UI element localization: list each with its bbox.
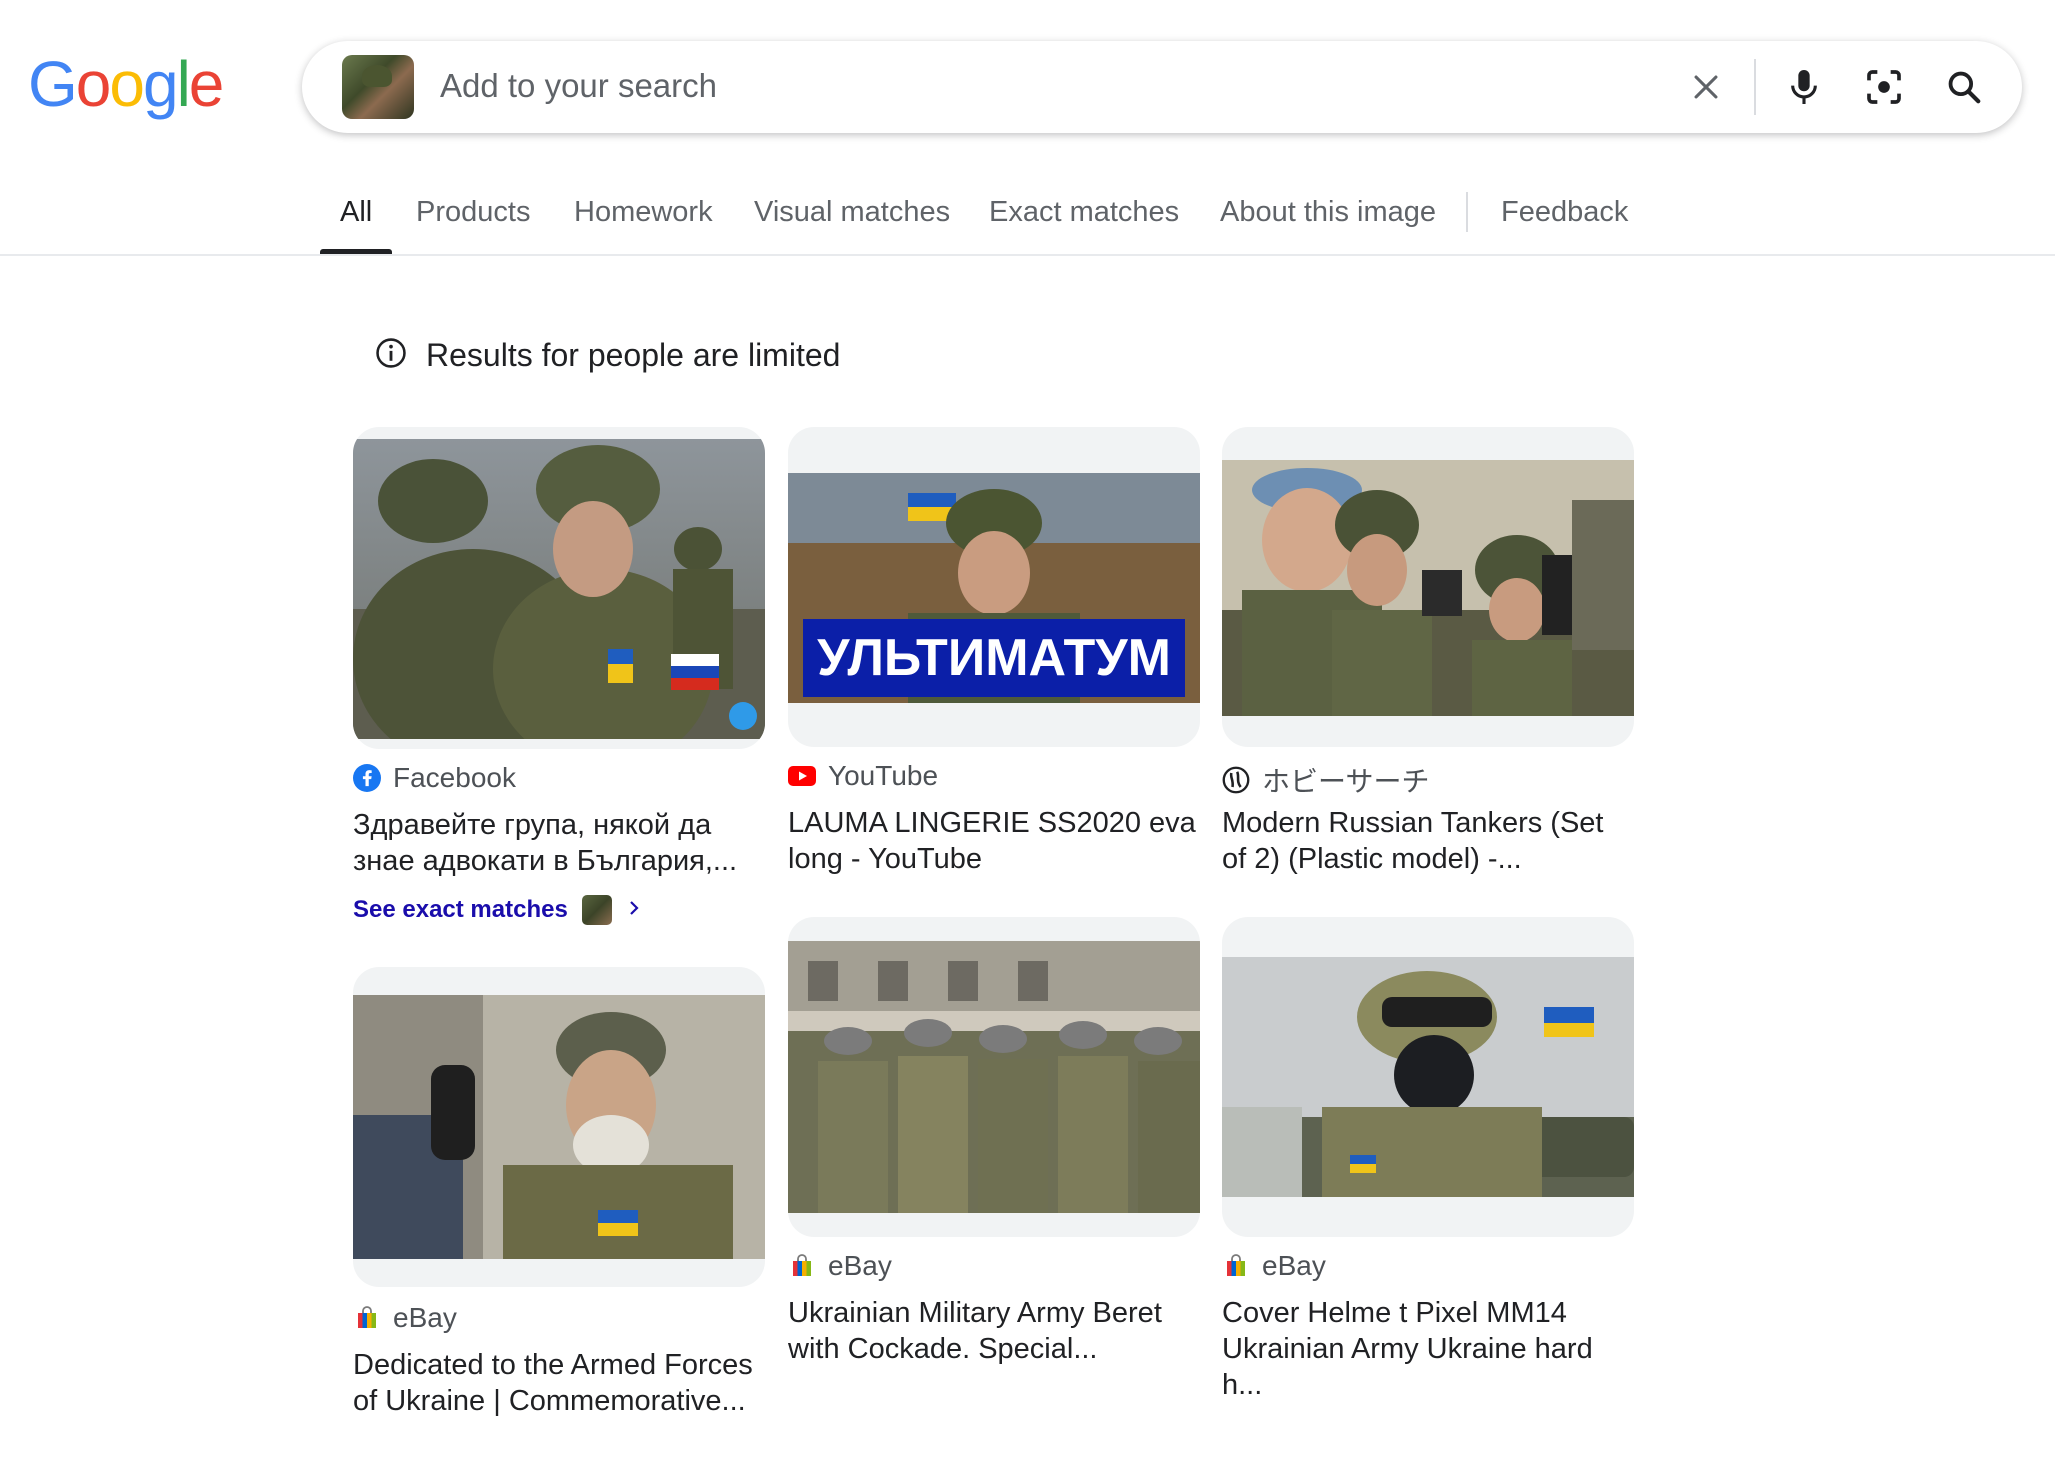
source-name: eBay [1262, 1250, 1326, 1281]
tabs-divider [0, 254, 2055, 256]
google-logo[interactable]: Google [28, 48, 225, 120]
tab-feedback[interactable]: Feedback [1501, 190, 1628, 256]
result-source[interactable]: eBay [1222, 1250, 1326, 1282]
logo-letter: g [142, 48, 179, 120]
info-icon[interactable] [374, 336, 408, 375]
result-image[interactable]: УЛЬТИМАТУМ [788, 427, 1200, 747]
source-name: eBay [828, 1250, 892, 1281]
results-limited-notice: Results for people are limited [374, 336, 840, 375]
result-image[interactable] [1222, 917, 1634, 1237]
source-name: YouTube [828, 760, 939, 791]
result-title[interactable]: Ukrainian Military Army Beret with Cocka… [788, 1295, 1200, 1367]
chevron-right-icon [626, 896, 642, 924]
ebay-icon [353, 1304, 381, 1332]
ebay-icon [1222, 1252, 1250, 1280]
exact-match-thumbnail [581, 895, 612, 925]
result-image[interactable] [1222, 427, 1634, 747]
result-title[interactable]: Modern Russian Tankers (Set of 2) (Plast… [1222, 805, 1634, 877]
clear-icon[interactable] [1682, 63, 1730, 111]
see-exact-matches-label: See exact matches [353, 896, 568, 923]
result-image[interactable] [353, 427, 765, 749]
result-source[interactable]: eBay [353, 1302, 457, 1334]
hobbysearch-icon [1222, 766, 1250, 794]
search-icon[interactable] [1940, 63, 1988, 111]
youtube-icon [788, 762, 816, 790]
search-input[interactable]: Add to your search [440, 67, 717, 105]
logo-letter: o [75, 48, 112, 120]
facebook-icon [353, 764, 381, 792]
lens-icon[interactable] [1860, 63, 1908, 111]
source-name: ホビーサーチ [1262, 766, 1430, 797]
result-source[interactable]: YouTube [788, 760, 938, 792]
result-image[interactable] [788, 917, 1200, 1237]
query-image-thumbnail[interactable] [342, 55, 414, 119]
result-source[interactable]: ホビーサーチ [1222, 760, 1429, 800]
tab-about-this-image[interactable]: About this image [1220, 190, 1436, 256]
result-title[interactable]: LAUMA LINGERIE SS2020 eva long - YouTube [788, 805, 1200, 877]
result-title[interactable]: Dedicated to the Armed Forces of Ukraine… [353, 1347, 765, 1419]
logo-letter: G [28, 48, 78, 120]
result-source[interactable]: eBay [788, 1250, 892, 1282]
result-title[interactable]: Cover Helme t Pixel MM14 Ukrainian Army … [1222, 1295, 1634, 1403]
result-source[interactable]: Facebook [353, 762, 516, 794]
see-exact-matches-link[interactable]: See exact matches [353, 895, 642, 925]
search-bar: Add to your search [302, 41, 2022, 133]
logo-letter: l [176, 48, 191, 120]
logo-letter: e [188, 48, 225, 120]
logo-letter: o [109, 48, 145, 120]
tab-homework[interactable]: Homework [574, 190, 713, 256]
tab-separator [1466, 192, 1468, 232]
notice-text: Results for people are limited [426, 337, 841, 373]
tab-all[interactable]: All [319, 190, 393, 256]
tab-products[interactable]: Products [416, 190, 530, 256]
result-title[interactable]: Здравейте група, някой да знае адвокати … [353, 807, 765, 879]
source-name: Facebook [393, 762, 516, 793]
source-name: eBay [393, 1302, 457, 1333]
result-image[interactable] [353, 967, 765, 1287]
search-divider [1754, 59, 1756, 115]
tab-visual-matches[interactable]: Visual matches [754, 190, 950, 256]
tab-exact-matches[interactable]: Exact matches [989, 190, 1179, 256]
ebay-icon [788, 1252, 816, 1280]
mic-icon[interactable] [1780, 63, 1828, 111]
image-caption-text: УЛЬТИМАТУМ [817, 629, 1171, 687]
